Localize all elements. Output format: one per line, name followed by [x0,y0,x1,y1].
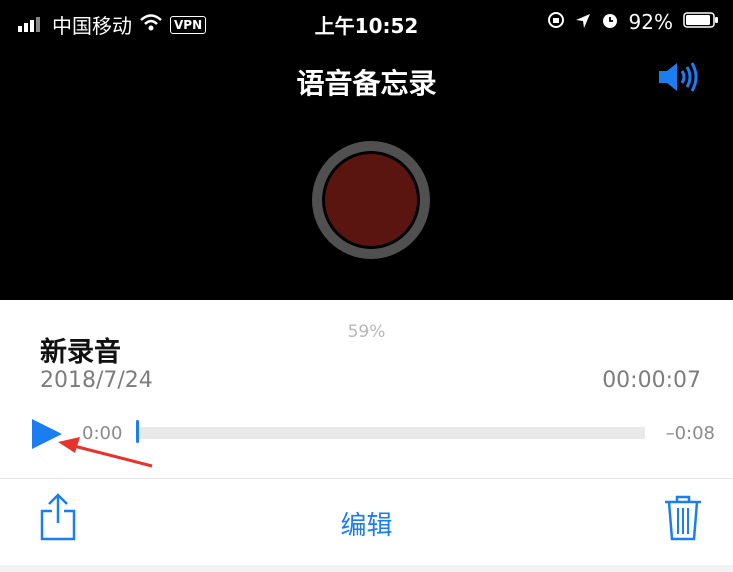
battery-icon [683,10,719,34]
edit-button[interactable]: 编辑 [0,505,733,542]
elapsed-time: 0:00 [82,423,123,444]
status-bar: 中国移动 VPN 上午10:52 92% [0,0,733,44]
speaker-icon[interactable] [657,58,705,102]
alarm-icon [601,10,619,34]
scrubber-track[interactable] [138,427,645,439]
recording-date: 2018/7/24 [40,368,153,393]
battery-percent: 92% [628,10,673,34]
trash-icon[interactable] [663,494,703,546]
recording-duration: 00:00:07 [602,368,701,393]
status-right: 92% [547,10,719,34]
lock-rotation-icon [547,10,565,34]
recording-title[interactable]: 新录音 [40,330,121,369]
recorder-panel: 中国移动 VPN 上午10:52 92% 语音备忘录 [0,0,733,300]
remaining-time: –0:08 [665,423,715,444]
divider [0,478,733,479]
record-dot [325,154,417,246]
location-icon [575,10,591,34]
page-title: 语音备忘录 [296,67,437,100]
scrubber-handle[interactable] [136,420,139,443]
record-button[interactable] [312,141,430,259]
play-icon[interactable] [32,419,62,449]
